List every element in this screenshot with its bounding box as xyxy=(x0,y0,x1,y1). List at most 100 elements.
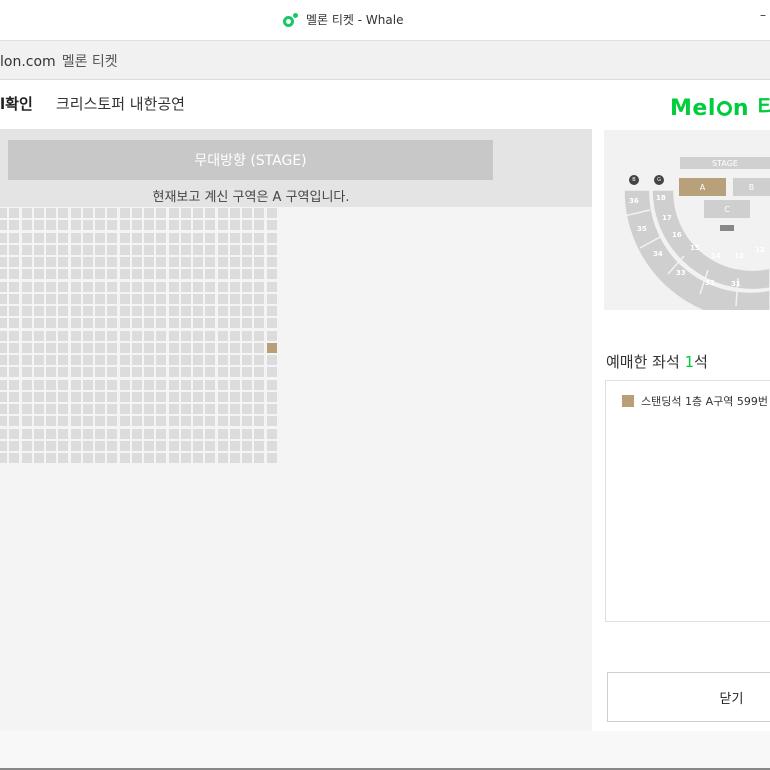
seat[interactable] xyxy=(21,379,32,390)
seat[interactable] xyxy=(229,244,240,255)
seat[interactable] xyxy=(242,391,252,402)
seat[interactable] xyxy=(58,306,69,316)
seat[interactable] xyxy=(254,428,265,439)
seat[interactable] xyxy=(156,244,167,255)
seat[interactable] xyxy=(180,416,191,427)
seat[interactable] xyxy=(254,367,265,378)
seat[interactable] xyxy=(205,355,216,365)
seat[interactable] xyxy=(168,232,179,243)
seat[interactable] xyxy=(70,379,81,390)
seat[interactable] xyxy=(21,367,32,378)
seat[interactable] xyxy=(21,416,32,427)
seat[interactable] xyxy=(266,453,277,463)
seat[interactable] xyxy=(168,342,179,353)
seat[interactable] xyxy=(9,428,20,439)
seat[interactable] xyxy=(82,269,93,280)
seat[interactable] xyxy=(95,330,105,341)
seat[interactable] xyxy=(193,404,203,414)
seat[interactable] xyxy=(193,269,203,280)
seat[interactable] xyxy=(254,257,265,267)
seat[interactable] xyxy=(70,428,81,439)
seat[interactable] xyxy=(229,342,240,353)
seat[interactable] xyxy=(156,318,167,329)
seat[interactable] xyxy=(180,269,191,280)
seat[interactable] xyxy=(266,257,277,267)
seat[interactable] xyxy=(254,379,265,390)
seat[interactable] xyxy=(33,342,44,353)
seat[interactable] xyxy=(46,391,56,402)
seat[interactable] xyxy=(144,293,154,304)
seat[interactable] xyxy=(0,330,7,341)
seat[interactable] xyxy=(193,440,203,451)
seat[interactable] xyxy=(144,330,154,341)
seat[interactable] xyxy=(46,220,56,231)
seat[interactable] xyxy=(0,257,7,267)
seat[interactable] xyxy=(33,244,44,255)
seat[interactable] xyxy=(156,453,167,463)
seat[interactable] xyxy=(217,379,228,390)
seat[interactable] xyxy=(180,367,191,378)
seat[interactable] xyxy=(205,404,216,414)
seat[interactable] xyxy=(0,379,7,390)
seat[interactable] xyxy=(46,208,56,218)
seat[interactable] xyxy=(168,367,179,378)
seat[interactable] xyxy=(33,428,44,439)
seat[interactable] xyxy=(242,220,252,231)
seat[interactable] xyxy=(82,257,93,267)
seat[interactable] xyxy=(95,293,105,304)
seat[interactable] xyxy=(107,342,118,353)
seat[interactable] xyxy=(107,404,118,414)
seat[interactable] xyxy=(58,404,69,414)
seat[interactable] xyxy=(58,428,69,439)
seat[interactable] xyxy=(131,428,142,439)
seat[interactable] xyxy=(156,269,167,280)
seat[interactable] xyxy=(193,208,203,218)
seat[interactable] xyxy=(9,330,20,341)
seat[interactable] xyxy=(193,318,203,329)
seat[interactable] xyxy=(119,428,130,439)
seat[interactable] xyxy=(21,220,32,231)
seat[interactable] xyxy=(156,428,167,439)
seat[interactable] xyxy=(0,232,7,243)
seat[interactable] xyxy=(70,367,81,378)
seat[interactable] xyxy=(82,416,93,427)
seat[interactable] xyxy=(168,269,179,280)
seat[interactable] xyxy=(242,306,252,316)
seat[interactable] xyxy=(156,281,167,292)
seat[interactable] xyxy=(217,281,228,292)
seat[interactable] xyxy=(205,269,216,280)
seat[interactable] xyxy=(205,440,216,451)
seat[interactable] xyxy=(82,440,93,451)
seat[interactable] xyxy=(9,244,20,255)
seat[interactable] xyxy=(46,330,56,341)
seat[interactable] xyxy=(144,404,154,414)
seat[interactable] xyxy=(131,220,142,231)
seat[interactable] xyxy=(144,379,154,390)
seat[interactable] xyxy=(180,244,191,255)
seat[interactable] xyxy=(119,257,130,267)
seat[interactable] xyxy=(46,355,56,365)
seat[interactable] xyxy=(119,391,130,402)
url-display[interactable]: lon.com 멜론 티켓 xyxy=(0,51,118,71)
seat[interactable] xyxy=(0,404,7,414)
seat[interactable] xyxy=(156,342,167,353)
seat[interactable] xyxy=(205,379,216,390)
seat[interactable] xyxy=(229,428,240,439)
seat-sold[interactable] xyxy=(266,342,277,353)
seat[interactable] xyxy=(144,220,154,231)
seat[interactable] xyxy=(9,293,20,304)
seat[interactable] xyxy=(229,281,240,292)
seat[interactable] xyxy=(205,281,216,292)
seat[interactable] xyxy=(168,220,179,231)
seat[interactable] xyxy=(70,232,81,243)
seat[interactable] xyxy=(131,404,142,414)
seat[interactable] xyxy=(266,306,277,316)
seat[interactable] xyxy=(156,440,167,451)
seat[interactable] xyxy=(168,306,179,316)
seat[interactable] xyxy=(21,330,32,341)
seat[interactable] xyxy=(144,232,154,243)
seat[interactable] xyxy=(0,208,7,218)
seat[interactable] xyxy=(168,244,179,255)
seat[interactable] xyxy=(229,416,240,427)
seat[interactable] xyxy=(46,269,56,280)
